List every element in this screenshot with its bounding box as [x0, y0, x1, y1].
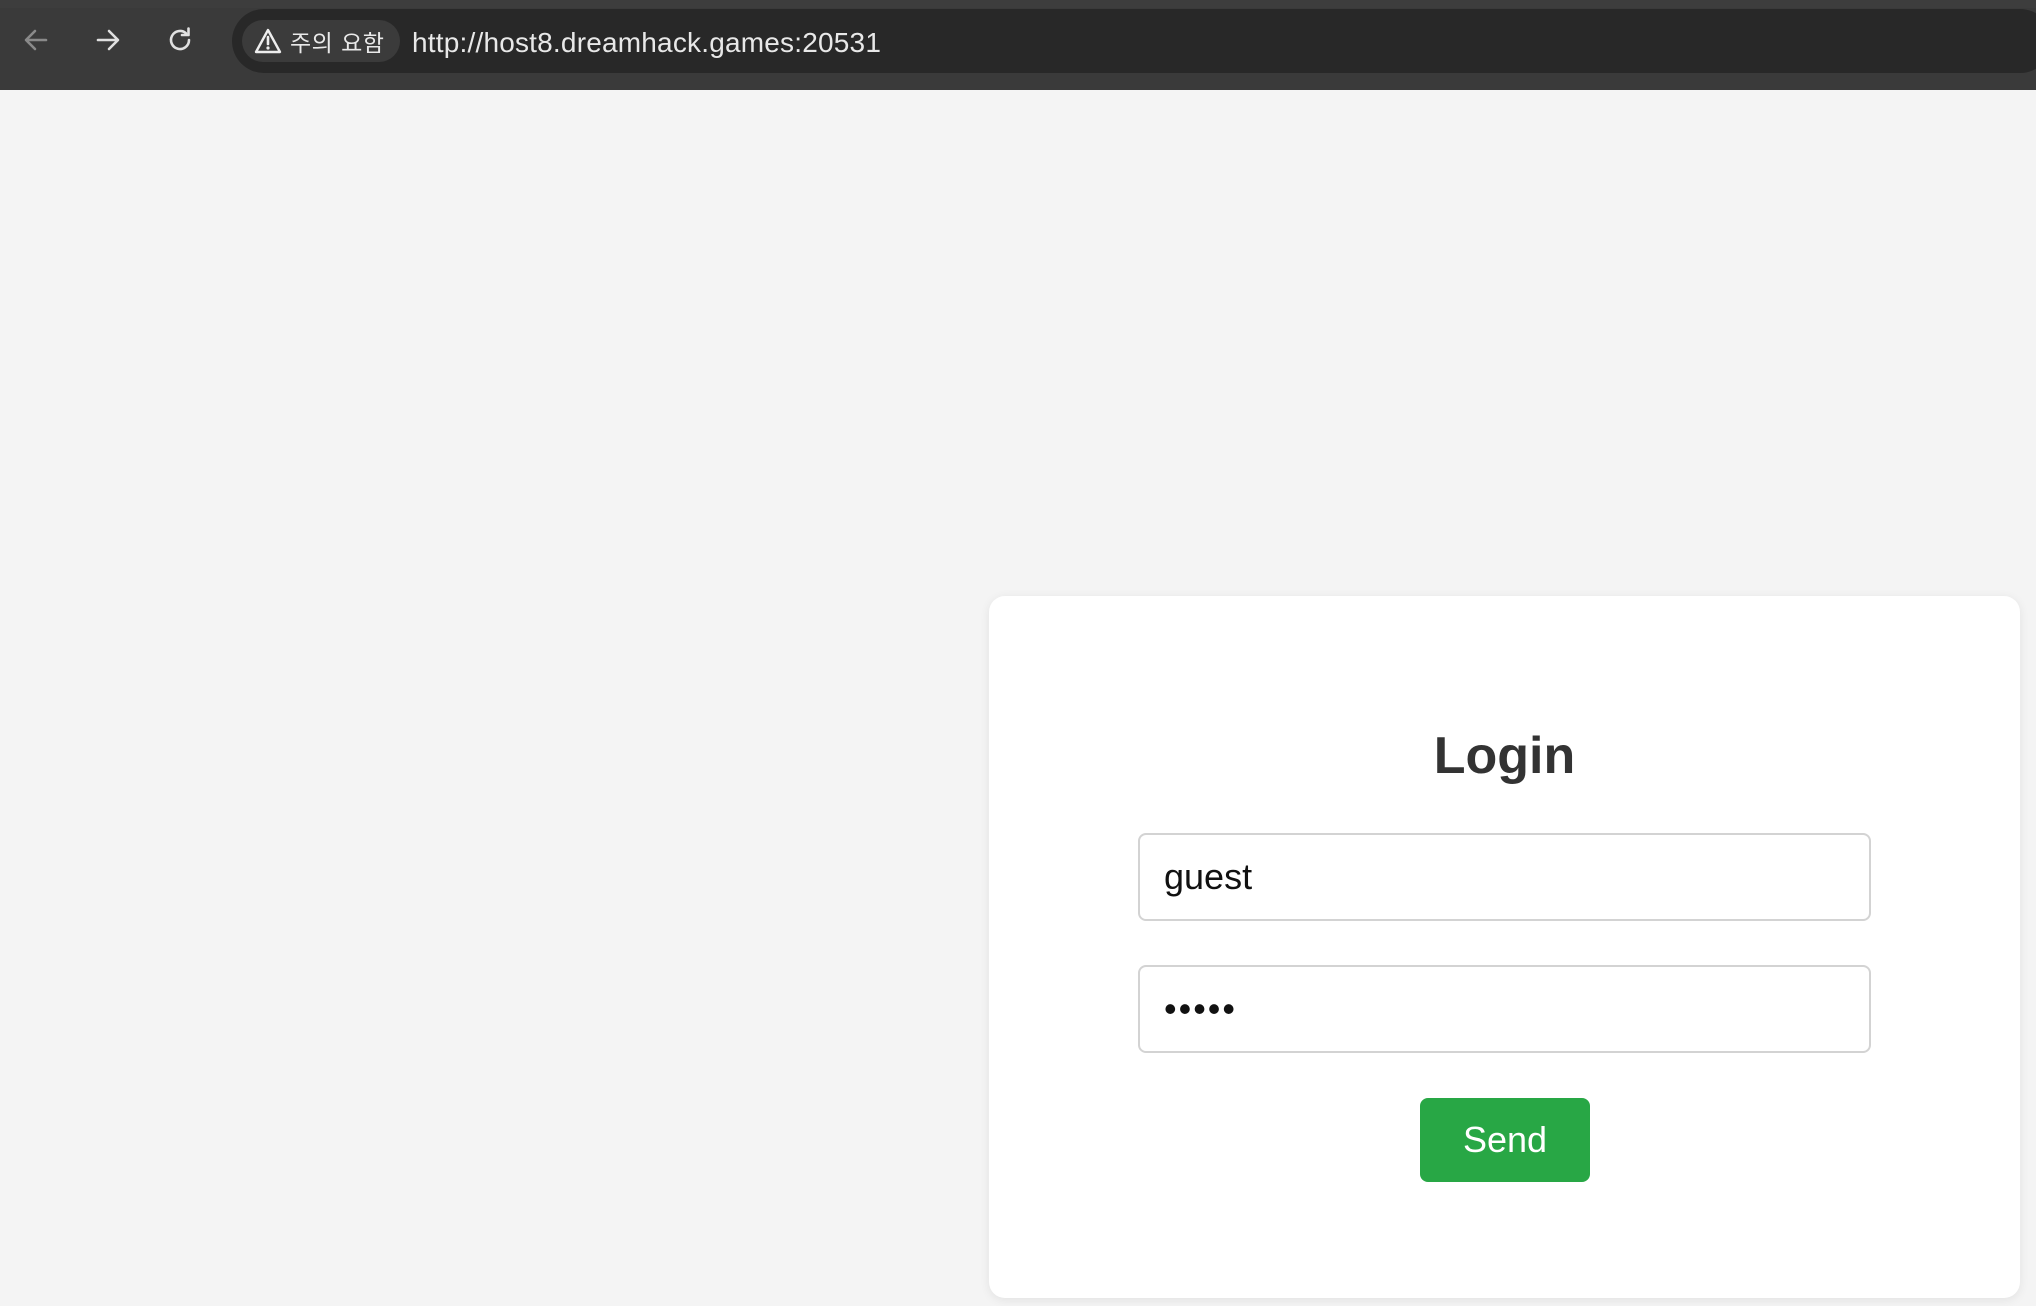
send-button[interactable]: Send: [1420, 1098, 1590, 1182]
back-button[interactable]: [14, 18, 58, 62]
address-bar[interactable]: 주의 요함 http://host8.dreamhack.games:20531: [232, 9, 2036, 73]
warning-triangle-icon: [254, 28, 282, 54]
browser-toolbar: 주의 요함 http://host8.dreamhack.games:20531: [0, 0, 2036, 90]
login-title: Login: [1433, 727, 1576, 785]
window-top-strip: [0, 0, 2036, 8]
forward-button[interactable]: [86, 18, 130, 62]
reload-button[interactable]: [158, 18, 202, 62]
username-field[interactable]: [1138, 833, 1871, 921]
security-warning-chip[interactable]: 주의 요함: [242, 20, 401, 62]
forward-arrow-icon: [96, 29, 120, 51]
back-arrow-icon: [24, 29, 48, 51]
password-field[interactable]: [1138, 965, 1871, 1053]
login-card: Login Send: [989, 596, 2020, 1298]
url-text[interactable]: http://host8.dreamhack.games:20531: [412, 27, 881, 59]
reload-icon: [169, 27, 191, 51]
security-chip-label: 주의 요함: [290, 31, 385, 57]
